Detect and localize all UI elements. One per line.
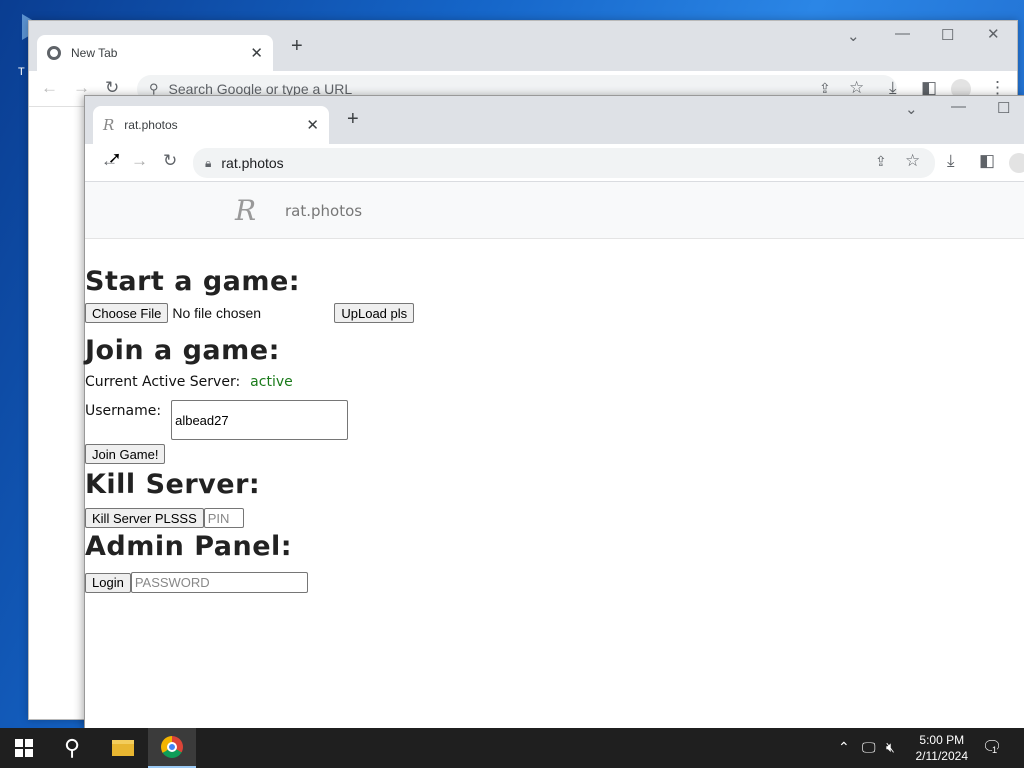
site-name[interactable]: rat.photos [285, 202, 362, 220]
search-icon[interactable]: ⚲ [48, 728, 96, 768]
network-icon[interactable]: 🖵︎ [862, 739, 876, 756]
start-game-heading: Start a game: [85, 266, 301, 297]
site-header: R rat.photos [85, 182, 1024, 239]
site-favicon-icon: R [103, 116, 115, 134]
password-field[interactable] [130, 572, 308, 593]
upload-row: Choose File No file chosen UpLoad pls [85, 302, 1024, 324]
pin-field[interactable] [203, 508, 244, 528]
chrome-icon [47, 46, 61, 60]
minimize-icon[interactable]: — [951, 98, 966, 115]
server-status-row: Current Active Server: active [85, 374, 1024, 390]
tab-strip: R rat.photos ✕ + ⌄ — ☐ [85, 96, 1024, 144]
share-icon[interactable]: ⇪ [875, 153, 887, 170]
username-label: Username: [85, 403, 162, 419]
kill-server-button[interactable]: Kill Server PLSSS [85, 508, 204, 528]
tab-search-icon[interactable]: ⌄ [905, 100, 918, 118]
username-field[interactable] [171, 400, 349, 440]
username-row: Username: [85, 400, 1024, 440]
start-button[interactable] [0, 728, 48, 768]
kill-server-heading: Kill Server: [85, 469, 261, 500]
page-content: Start a game: Choose File No file chosen… [85, 239, 1024, 593]
admin-panel-heading: Admin Panel: [85, 531, 293, 562]
tab-search-icon[interactable]: ⌄ [847, 27, 860, 45]
lock-icon: 🔒︎ [205, 155, 212, 170]
url-text: rat.photos [221, 155, 284, 171]
server-label: Current Active Server: [85, 374, 241, 390]
choose-file-button[interactable]: Choose File [85, 303, 169, 323]
browser-window-front[interactable]: R rat.photos ✕ + ⌄ — ☐ ← → ↻ 🔒︎ rat.phot… [84, 95, 1024, 728]
volume-muted-icon[interactable]: 🔇︎ [886, 739, 895, 756]
reload-icon[interactable]: ↻ [163, 151, 177, 171]
minimize-icon[interactable]: — [895, 25, 910, 42]
omnibox[interactable]: 🔒︎ rat.photos [193, 148, 935, 178]
upload-button[interactable]: UpLoad pls [334, 303, 415, 323]
notification-count: 1 [992, 745, 998, 755]
chrome-taskbar-icon[interactable] [148, 728, 196, 768]
taskbar: ⚲ ⌃ 🖵︎ 🔇︎ 5:00 PM 2/11/2024 🗨︎1 [0, 728, 1024, 768]
join-game-heading: Join a game: [85, 335, 280, 366]
mouse-cursor-icon: ➚ [108, 150, 122, 167]
chevron-up-icon[interactable]: ⌃ [838, 739, 850, 756]
kill-row: Kill Server PLSSS [85, 508, 1024, 528]
maximize-icon[interactable]: ☐ [997, 99, 1010, 117]
close-tab-icon[interactable]: ✕ [250, 44, 263, 62]
forward-icon[interactable]: → [131, 151, 148, 171]
tab-title: rat.photos [124, 118, 178, 132]
new-tab-button[interactable]: + [347, 108, 359, 131]
shortcut-label: T [18, 66, 25, 78]
new-tab-button[interactable]: + [291, 35, 303, 58]
notifications-icon[interactable]: 🗨︎1 [982, 737, 1002, 757]
tab-new-tab[interactable]: New Tab ✕ [37, 35, 273, 71]
windows-logo-icon [15, 739, 33, 757]
profile-avatar[interactable] [1009, 153, 1024, 173]
toolbar: ← → ↻ 🔒︎ rat.photos ⇪ ☆ ⤓ ◧ [85, 144, 1024, 182]
side-panel-icon[interactable]: ◧ [979, 151, 995, 171]
no-file-text: No file chosen [172, 305, 262, 321]
tab-title: New Tab [71, 46, 118, 60]
join-game-button[interactable]: Join Game! [85, 444, 166, 464]
close-tab-icon[interactable]: ✕ [306, 116, 319, 134]
site-logo[interactable]: R [235, 194, 256, 227]
clock-time: 5:00 PM [919, 733, 965, 747]
back-icon[interactable]: ← [41, 78, 58, 98]
download-icon[interactable]: ⤓ [947, 151, 955, 171]
join-row: Join Game! [85, 444, 1024, 464]
close-window-icon[interactable]: ✕ [987, 25, 1000, 43]
file-explorer-icon[interactable] [100, 728, 146, 768]
clock-date: 2/11/2024 [915, 749, 969, 763]
tab-strip: New Tab ✕ + ⌄ — ☐ ✕ [29, 21, 1017, 71]
admin-row: Login [85, 572, 1024, 593]
clock[interactable]: 5:00 PM 2/11/2024 [916, 732, 969, 764]
bookmark-star-icon[interactable]: ☆ [905, 151, 920, 171]
tab-rat-photos[interactable]: R rat.photos ✕ [93, 106, 329, 144]
server-status-badge: active [250, 374, 293, 390]
login-button[interactable]: Login [85, 572, 131, 593]
maximize-icon[interactable]: ☐ [941, 26, 954, 44]
